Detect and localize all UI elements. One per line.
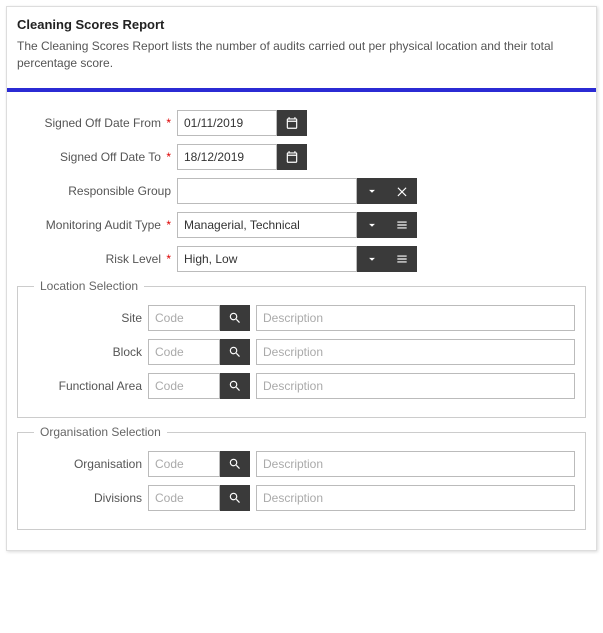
site-code-input[interactable] (148, 305, 220, 331)
date-to-input[interactable] (177, 144, 277, 170)
label-block: Block (28, 345, 148, 359)
label-responsible-group: Responsible Group (17, 184, 177, 198)
dropdown-icon[interactable] (357, 212, 387, 238)
label-text: Risk Level (106, 252, 161, 266)
label-date-from: Signed Off Date From * (17, 116, 177, 130)
block-desc-input[interactable] (256, 339, 575, 365)
responsible-group-input[interactable] (177, 178, 357, 204)
row-risk-level: Risk Level * (17, 246, 586, 272)
report-panel: Cleaning Scores Report The Cleaning Scor… (6, 6, 597, 551)
label-date-to: Signed Off Date To * (17, 150, 177, 164)
label-site: Site (28, 311, 148, 325)
search-icon[interactable] (220, 339, 250, 365)
row-date-to: Signed Off Date To * (17, 144, 586, 170)
divisions-code-input[interactable] (148, 485, 220, 511)
dropdown-icon[interactable] (357, 178, 387, 204)
row-date-from: Signed Off Date From * (17, 110, 586, 136)
search-icon[interactable] (220, 305, 250, 331)
risk-level-input[interactable] (177, 246, 357, 272)
label-text: Signed Off Date From (44, 116, 161, 130)
form-area: Signed Off Date From * Signed Off Date T… (7, 92, 596, 550)
calendar-icon[interactable] (277, 144, 307, 170)
header: Cleaning Scores Report The Cleaning Scor… (7, 7, 596, 88)
label-functional-area: Functional Area (28, 379, 148, 393)
label-text: Monitoring Audit Type (46, 218, 161, 232)
block-code-input[interactable] (148, 339, 220, 365)
list-icon[interactable] (387, 246, 417, 272)
location-legend: Location Selection (34, 279, 144, 293)
required-asterisk: * (166, 116, 171, 130)
organisation-code-input[interactable] (148, 451, 220, 477)
search-icon[interactable] (220, 451, 250, 477)
row-block: Block (28, 339, 575, 365)
search-icon[interactable] (220, 373, 250, 399)
row-functional-area: Functional Area (28, 373, 575, 399)
functional-area-code-input[interactable] (148, 373, 220, 399)
label-organisation: Organisation (28, 457, 148, 471)
organisation-selection-fieldset: Organisation Selection Organisation Divi… (17, 432, 586, 530)
required-asterisk: * (166, 252, 171, 266)
page-description: The Cleaning Scores Report lists the num… (17, 38, 586, 72)
search-icon[interactable] (220, 485, 250, 511)
dropdown-icon[interactable] (357, 246, 387, 272)
calendar-icon[interactable] (277, 110, 307, 136)
organisation-legend: Organisation Selection (34, 425, 167, 439)
row-responsible-group: Responsible Group (17, 178, 586, 204)
label-risk-level: Risk Level * (17, 252, 177, 266)
organisation-desc-input[interactable] (256, 451, 575, 477)
clear-icon[interactable] (387, 178, 417, 204)
functional-area-desc-input[interactable] (256, 373, 575, 399)
label-audit-type: Monitoring Audit Type * (17, 218, 177, 232)
audit-type-input[interactable] (177, 212, 357, 238)
date-from-input[interactable] (177, 110, 277, 136)
required-asterisk: * (166, 150, 171, 164)
location-selection-fieldset: Location Selection Site Block Functional… (17, 286, 586, 418)
divisions-desc-input[interactable] (256, 485, 575, 511)
row-site: Site (28, 305, 575, 331)
row-audit-type: Monitoring Audit Type * (17, 212, 586, 238)
list-icon[interactable] (387, 212, 417, 238)
required-asterisk: * (166, 218, 171, 232)
row-divisions: Divisions (28, 485, 575, 511)
label-text: Signed Off Date To (60, 150, 161, 164)
site-desc-input[interactable] (256, 305, 575, 331)
label-divisions: Divisions (28, 491, 148, 505)
row-organisation: Organisation (28, 451, 575, 477)
page-title: Cleaning Scores Report (17, 17, 586, 32)
